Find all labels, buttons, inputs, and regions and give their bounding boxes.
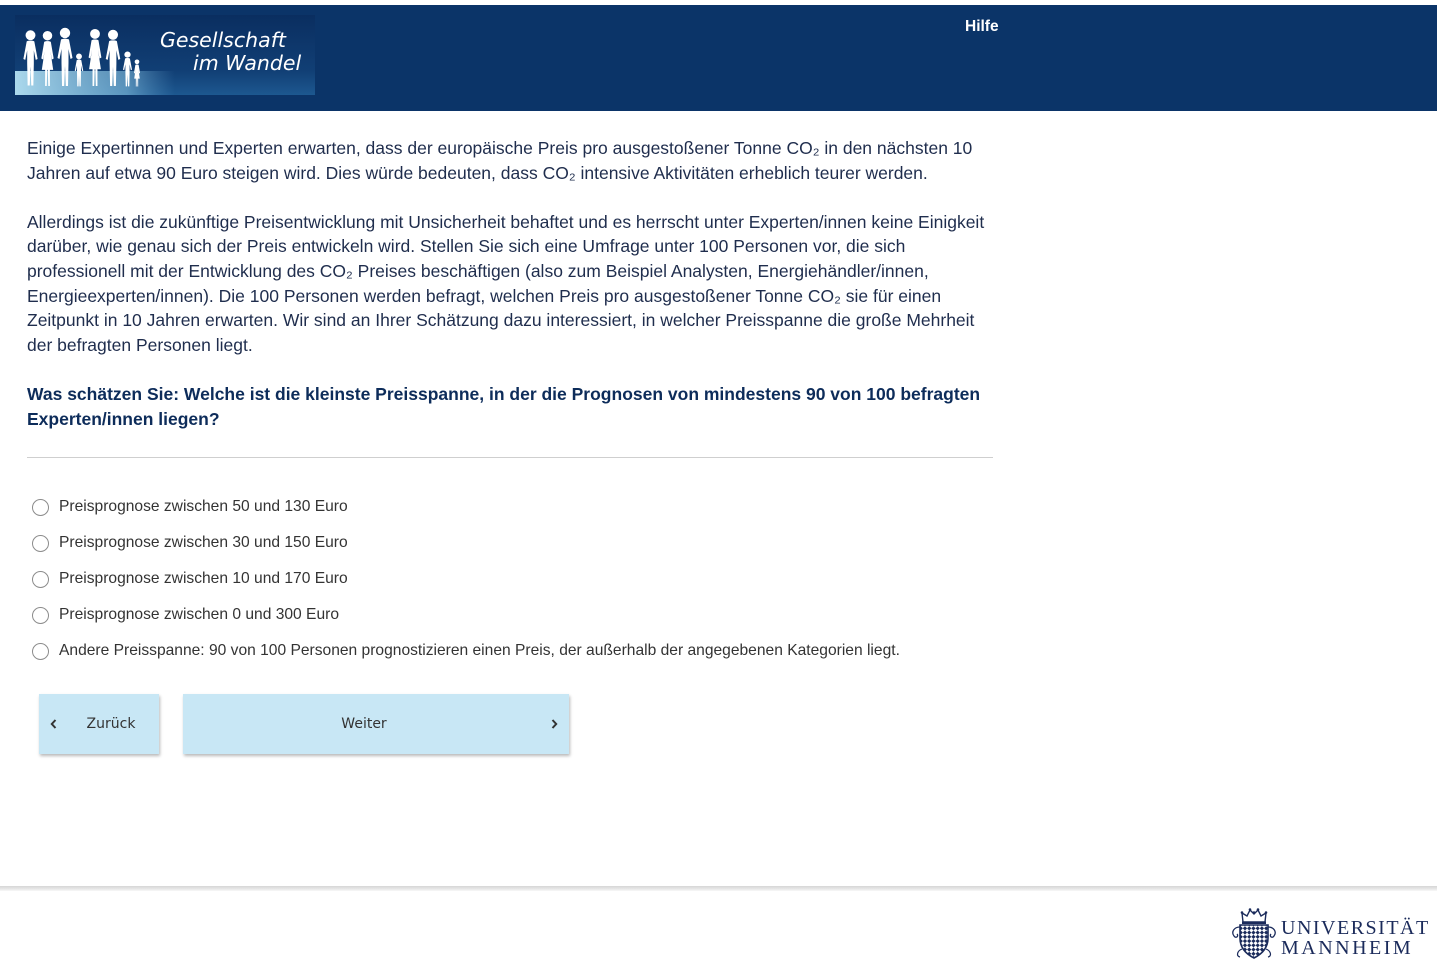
- survey-page: Gesellschaft im Wandel Hilfe Einige Expe…: [0, 0, 1437, 963]
- answer-option-5[interactable]: Andere Preisspanne: 90 von 100 Personen …: [27, 633, 987, 669]
- radio-button[interactable]: [31, 534, 49, 552]
- question-title: Was schätzen Sie: Welche ist die kleinst…: [27, 382, 1017, 431]
- radio-button[interactable]: [31, 606, 49, 624]
- option-label[interactable]: Andere Preisspanne: 90 von 100 Personen …: [59, 641, 900, 661]
- radio-button[interactable]: [31, 498, 49, 516]
- radio-button[interactable]: [31, 570, 49, 588]
- answer-option-3[interactable]: Preisprognose zwischen 10 und 170 Euro: [27, 561, 987, 597]
- next-button[interactable]: Weiter: [183, 694, 569, 754]
- text-line: Zeitpunkt in 10 Jahren erwarten. Wir sin…: [27, 310, 975, 331]
- back-button[interactable]: Zurück: [39, 694, 159, 754]
- university-logo-line1: UNIVERSITÄT: [1281, 917, 1430, 939]
- university-logo-line2: MANNHEIM: [1281, 937, 1414, 959]
- university-crest-icon: [1232, 908, 1276, 959]
- next-button-label: Weiter: [341, 716, 387, 732]
- logo: Gesellschaft im Wandel: [15, 15, 315, 95]
- chevron-left-icon: [50, 719, 57, 729]
- intro-paragraph-2: Allerdings ist die zukünftige Preisentwi…: [27, 210, 1017, 358]
- text-line: Allerdings ist die zukünftige Preisentwi…: [27, 211, 985, 232]
- text-line: Einige Expertinnen und Experten erwarten…: [27, 138, 973, 158]
- answer-option-4[interactable]: Preisprognose zwischen 0 und 300 Euro: [27, 597, 987, 633]
- option-label[interactable]: Preisprognose zwischen 50 und 130 Euro: [59, 497, 348, 517]
- text-line: Energieexperten/innen). Die 100 Personen…: [27, 285, 942, 306]
- answer-options: Preisprognose zwischen 50 und 130 Euro P…: [27, 489, 987, 669]
- intro-paragraph-1: Einige Expertinnen und Experten erwarten…: [27, 136, 1017, 185]
- question-line: Experten/innen liegen?: [27, 408, 220, 429]
- question-line: Was schätzen Sie: Welche ist die kleinst…: [27, 383, 981, 404]
- logo-text-line1: Gesellschaft: [160, 28, 287, 52]
- university-logo: UNIVERSITÄT MANNHEIM: [1226, 904, 1431, 962]
- footer-divider: [0, 886, 1437, 891]
- option-label[interactable]: Preisprognose zwischen 30 und 150 Euro: [59, 533, 348, 553]
- answer-option-1[interactable]: Preisprognose zwischen 50 und 130 Euro: [27, 489, 987, 525]
- answer-option-2[interactable]: Preisprognose zwischen 30 und 150 Euro: [27, 525, 987, 561]
- option-label[interactable]: Preisprognose zwischen 10 und 170 Euro: [59, 569, 348, 589]
- logo-ground: [15, 71, 175, 95]
- logo-text-line2: im Wandel: [193, 51, 302, 75]
- divider: [27, 457, 993, 458]
- question-text-area: Einige Expertinnen und Experten erwarten…: [27, 136, 1017, 456]
- header-bar: Gesellschaft im Wandel Hilfe: [0, 5, 1437, 111]
- back-button-label: Zurück: [86, 716, 136, 732]
- text-line: Jahren auf etwa 90 Euro steigen wird. Di…: [27, 162, 928, 183]
- text-line: darüber, wie genau sich der Preis entwic…: [27, 236, 906, 257]
- text-line: professionell mit der Entwicklung des CO…: [27, 260, 929, 281]
- radio-button[interactable]: [31, 642, 49, 660]
- option-label[interactable]: Preisprognose zwischen 0 und 300 Euro: [59, 605, 339, 625]
- chevron-right-icon: [551, 719, 558, 729]
- text-line: der befragten Personen liegt.: [27, 334, 253, 355]
- help-link[interactable]: Hilfe: [965, 17, 999, 37]
